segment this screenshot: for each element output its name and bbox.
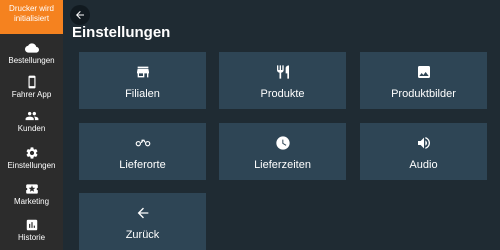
- sidebar-item-kunden[interactable]: Kunden: [0, 106, 63, 140]
- clock-icon: [275, 136, 290, 150]
- tile-lieferzeiten[interactable]: Lieferzeiten: [219, 123, 346, 180]
- page-title: Einstellungen: [72, 24, 171, 41]
- tile-produktbilder[interactable]: Produktbilder: [360, 52, 487, 109]
- sidebar-item-label: Marketing: [13, 197, 50, 206]
- tile-produkte[interactable]: Produkte: [219, 52, 346, 109]
- sidebar-item-label: Kunden: [17, 124, 46, 133]
- tile-label: Filialen: [125, 88, 160, 100]
- sidebar-item-historie[interactable]: Historie: [0, 215, 63, 249]
- printer-status-banner: Drucker wird initialisiert: [0, 0, 63, 34]
- tile-label: Produktbilder: [391, 88, 456, 100]
- store-icon: [136, 66, 149, 78]
- tile-filialen[interactable]: Filialen: [79, 52, 206, 109]
- sidebar-item-marketing[interactable]: Marketing: [0, 179, 63, 213]
- ticket-icon: [25, 184, 38, 194]
- speaker-icon: [417, 137, 430, 149]
- sidebar-item-label: Historie: [17, 233, 46, 242]
- tile-label: Zurück: [125, 229, 160, 241]
- back-button[interactable]: [70, 5, 90, 25]
- sidebar-item-fahrer-app[interactable]: Fahrer App: [0, 72, 63, 106]
- gear-icon: [26, 147, 37, 159]
- image-icon: [417, 66, 430, 78]
- chart-icon: [26, 219, 37, 231]
- sidebar-item-label: Einstellungen: [7, 161, 56, 170]
- tile-label: Lieferzeiten: [254, 159, 311, 171]
- people-icon: [25, 111, 38, 121]
- tile-label: Audio: [409, 159, 438, 171]
- sidebar: Drucker wird initialisiert Bestellungen …: [0, 0, 63, 250]
- sidebar-item-einstellungen[interactable]: Einstellungen: [0, 143, 63, 177]
- arrow-left-icon: [137, 207, 148, 219]
- bike-icon: [135, 139, 150, 147]
- cutlery-icon: [276, 65, 289, 79]
- tile-zurueck[interactable]: Zurück: [79, 193, 206, 250]
- tile-lieferorte[interactable]: Lieferorte: [79, 123, 206, 180]
- arrow-left-icon: [76, 11, 84, 19]
- sidebar-item-bestellungen[interactable]: Bestellungen: [0, 38, 63, 72]
- tile-audio[interactable]: Audio: [360, 123, 487, 180]
- sidebar-item-label: Fahrer App: [11, 90, 52, 99]
- tile-label: Produkte: [260, 88, 305, 100]
- cloud-icon: [24, 43, 39, 53]
- sidebar-item-label: Bestellungen: [8, 56, 55, 65]
- phone-icon: [28, 75, 35, 89]
- tile-label: Lieferorte: [119, 159, 166, 171]
